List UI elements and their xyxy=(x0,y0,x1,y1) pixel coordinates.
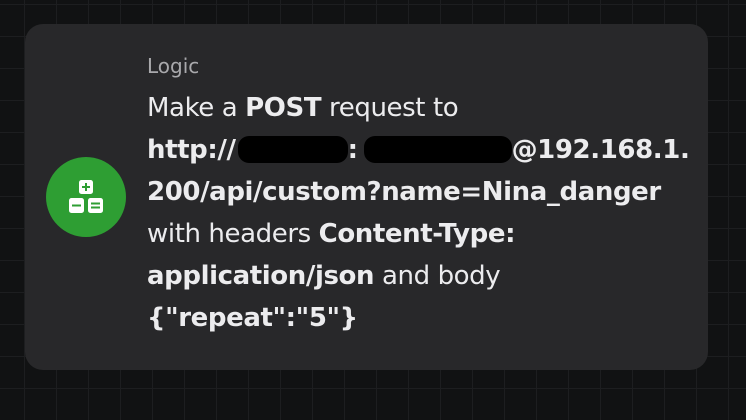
description-line-2: http://: @192.168.1. xyxy=(147,129,693,171)
calculator-icon xyxy=(46,157,126,237)
header-value: application/json xyxy=(147,261,375,291)
description-line-6: {"repeat":"5"} xyxy=(147,297,693,339)
action-card[interactable]: Logic Make a POST request to http://: @19… xyxy=(25,24,708,370)
description-line-4: with headers Content-Type: xyxy=(147,213,693,255)
url-path: 200/api/custom?name=Nina_danger xyxy=(147,177,661,207)
action-description: Make a POST request to http://: @192.168.… xyxy=(147,87,693,339)
http-method: POST xyxy=(245,93,322,123)
description-line-1: Make a POST request to xyxy=(147,87,693,129)
text-segment: Make a xyxy=(147,93,246,123)
description-line-5: application/json and body xyxy=(147,255,693,297)
text-segment: and body xyxy=(374,261,501,291)
url-host: @192.168.1. xyxy=(511,135,690,165)
redacted-username xyxy=(237,136,348,163)
text-segment: with headers xyxy=(147,219,319,249)
redacted-password xyxy=(363,136,512,163)
header-name: Content-Type: xyxy=(318,219,516,249)
category-label: Logic xyxy=(147,54,200,78)
url-scheme: http:// xyxy=(147,135,236,165)
description-line-3: 200/api/custom?name=Nina_danger xyxy=(147,171,693,213)
credential-separator: : xyxy=(347,135,358,165)
text-segment: request to xyxy=(321,93,459,123)
request-body: {"repeat":"5"} xyxy=(147,303,358,333)
